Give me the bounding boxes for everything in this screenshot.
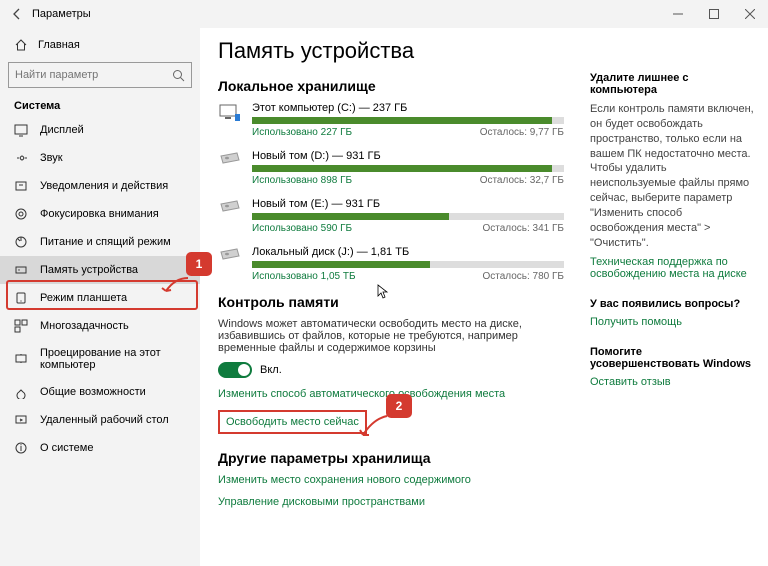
sidebar-home-label: Главная bbox=[38, 39, 80, 51]
drive-used: Использовано 227 ГБ bbox=[252, 127, 352, 138]
drive-used: Использовано 590 ГБ bbox=[252, 223, 352, 234]
support-link[interactable]: Техническая поддержка по освобождению ме… bbox=[590, 256, 754, 280]
sidebar-item-label: Режим планшета bbox=[40, 292, 127, 304]
drive-usage-bar bbox=[252, 261, 564, 268]
search-box[interactable] bbox=[8, 62, 192, 88]
home-icon bbox=[14, 38, 28, 52]
drive-icon bbox=[218, 102, 242, 138]
sidebar-item-label: Проецирование на этот компьютер bbox=[40, 347, 186, 371]
sidebar-item-label: Удаленный рабочий стол bbox=[40, 414, 169, 426]
sidebar-item-8[interactable]: Проецирование на этот компьютер bbox=[0, 340, 200, 378]
sidebar-item-icon bbox=[14, 151, 28, 165]
storage-sense-toggle[interactable]: Вкл. bbox=[218, 362, 564, 378]
sidebar-item-icon bbox=[14, 179, 28, 193]
right-heading-1: Удалите лишнее с компьютера bbox=[590, 72, 754, 96]
drive-used: Использовано 898 ГБ bbox=[252, 175, 352, 186]
change-save-location-link[interactable]: Изменить место сохранения нового содержи… bbox=[218, 474, 564, 486]
drive-name: Этот компьютер (C:) — 237 ГБ bbox=[252, 102, 564, 114]
drive-row[interactable]: Новый том (D:) — 931 ГБ Использовано 898 … bbox=[218, 150, 564, 186]
sidebar-item-5[interactable]: Память устройства bbox=[0, 256, 200, 284]
sidebar-item-label: Фокусировка внимания bbox=[40, 208, 159, 220]
drive-name: Новый том (D:) — 931 ГБ bbox=[252, 150, 564, 162]
sidebar-item-2[interactable]: Уведомления и действия bbox=[0, 172, 200, 200]
sidebar-item-1[interactable]: Звук bbox=[0, 144, 200, 172]
sidebar-home[interactable]: Главная bbox=[0, 32, 200, 58]
drive-usage-bar bbox=[252, 213, 564, 220]
other-storage-heading: Другие параметры хранилища bbox=[218, 450, 564, 466]
close-button[interactable] bbox=[732, 0, 768, 28]
drive-row[interactable]: Локальный диск (J:) — 1,81 ТБ Использован… bbox=[218, 246, 564, 282]
toggle-label: Вкл. bbox=[260, 364, 282, 376]
drive-icon bbox=[218, 198, 242, 234]
sidebar-item-icon bbox=[14, 441, 28, 455]
sidebar-item-label: Дисплей bbox=[40, 124, 84, 136]
sidebar-item-icon bbox=[14, 319, 28, 333]
sidebar-item-label: Общие возможности bbox=[40, 386, 146, 398]
local-storage-heading: Локальное хранилище bbox=[218, 78, 564, 94]
sidebar-item-icon bbox=[14, 352, 28, 366]
drive-icon bbox=[218, 150, 242, 186]
sidebar: Главная Система Дисплей Звук Уведомления и… bbox=[0, 28, 200, 566]
drive-free: Осталось: 32,7 ГБ bbox=[480, 175, 564, 186]
right-paragraph-1: Если контроль памяти включен, он будет о… bbox=[590, 102, 754, 250]
feedback-link[interactable]: Оставить отзыв bbox=[590, 376, 754, 388]
right-sidebar: Удалите лишнее с компьютера Если контрол… bbox=[582, 28, 768, 566]
sidebar-item-0[interactable]: Дисплей bbox=[0, 116, 200, 144]
drive-free: Осталось: 341 ГБ bbox=[482, 223, 564, 234]
drive-row[interactable]: Новый том (E:) — 931 ГБ Использовано 590 … bbox=[218, 198, 564, 234]
minimize-button[interactable] bbox=[660, 0, 696, 28]
sidebar-item-icon bbox=[14, 291, 28, 305]
sidebar-item-icon bbox=[14, 235, 28, 249]
sidebar-item-icon bbox=[14, 413, 28, 427]
right-heading-2: У вас появились вопросы? bbox=[590, 298, 754, 310]
free-space-now-link[interactable]: Освободить место сейчас bbox=[226, 416, 359, 428]
sidebar-item-4[interactable]: Питание и спящий режим bbox=[0, 228, 200, 256]
toggle-switch[interactable] bbox=[218, 362, 252, 378]
sidebar-item-label: Уведомления и действия bbox=[40, 180, 168, 192]
sidebar-item-11[interactable]: О системе bbox=[0, 434, 200, 462]
back-button[interactable] bbox=[6, 7, 28, 21]
sidebar-item-label: О системе bbox=[40, 442, 93, 454]
sidebar-item-6[interactable]: Режим планшета bbox=[0, 284, 200, 312]
sidebar-item-icon bbox=[14, 385, 28, 399]
sidebar-item-9[interactable]: Общие возможности bbox=[0, 378, 200, 406]
storage-sense-description: Windows может автоматически освободить м… bbox=[218, 318, 538, 354]
search-icon bbox=[172, 69, 185, 82]
search-input[interactable] bbox=[15, 69, 155, 81]
drive-free: Осталось: 780 ГБ bbox=[482, 271, 564, 282]
sidebar-item-label: Память устройства bbox=[40, 264, 138, 276]
drive-icon bbox=[218, 246, 242, 282]
drive-name: Локальный диск (J:) — 1,81 ТБ bbox=[252, 246, 564, 258]
sidebar-section-header: Система bbox=[0, 96, 200, 116]
sidebar-item-label: Звук bbox=[40, 152, 63, 164]
drive-usage-bar bbox=[252, 117, 564, 124]
manage-storage-spaces-link[interactable]: Управление дисковыми пространствами bbox=[218, 496, 564, 508]
drive-name: Новый том (E:) — 931 ГБ bbox=[252, 198, 564, 210]
sidebar-item-7[interactable]: Многозадачность bbox=[0, 312, 200, 340]
maximize-button[interactable] bbox=[696, 0, 732, 28]
drive-free: Осталось: 9,77 ГБ bbox=[480, 127, 564, 138]
titlebar: Параметры bbox=[0, 0, 768, 28]
drive-usage-bar bbox=[252, 165, 564, 172]
storage-sense-heading: Контроль памяти bbox=[218, 294, 564, 310]
sidebar-item-3[interactable]: Фокусировка внимания bbox=[0, 200, 200, 228]
window-title: Параметры bbox=[32, 8, 91, 20]
right-heading-3: Помогите усовершенствовать Windows bbox=[590, 346, 754, 370]
drive-row[interactable]: Этот компьютер (C:) — 237 ГБ Использовано… bbox=[218, 102, 564, 138]
page-title: Память устройства bbox=[218, 38, 564, 64]
sidebar-item-10[interactable]: Удаленный рабочий стол bbox=[0, 406, 200, 434]
annotation-badge-2: 2 bbox=[386, 394, 412, 418]
sidebar-item-icon bbox=[14, 207, 28, 221]
sidebar-item-label: Многозадачность bbox=[40, 320, 129, 332]
annotation-badge-1: 1 bbox=[186, 252, 212, 276]
sidebar-item-icon bbox=[14, 263, 28, 277]
sidebar-item-icon bbox=[14, 123, 28, 137]
sidebar-item-label: Питание и спящий режим bbox=[40, 236, 171, 248]
drive-used: Использовано 1,05 ТБ bbox=[252, 271, 356, 282]
main-content: Память устройства Локальное хранилище Эт… bbox=[200, 28, 582, 566]
get-help-link[interactable]: Получить помощь bbox=[590, 316, 754, 328]
